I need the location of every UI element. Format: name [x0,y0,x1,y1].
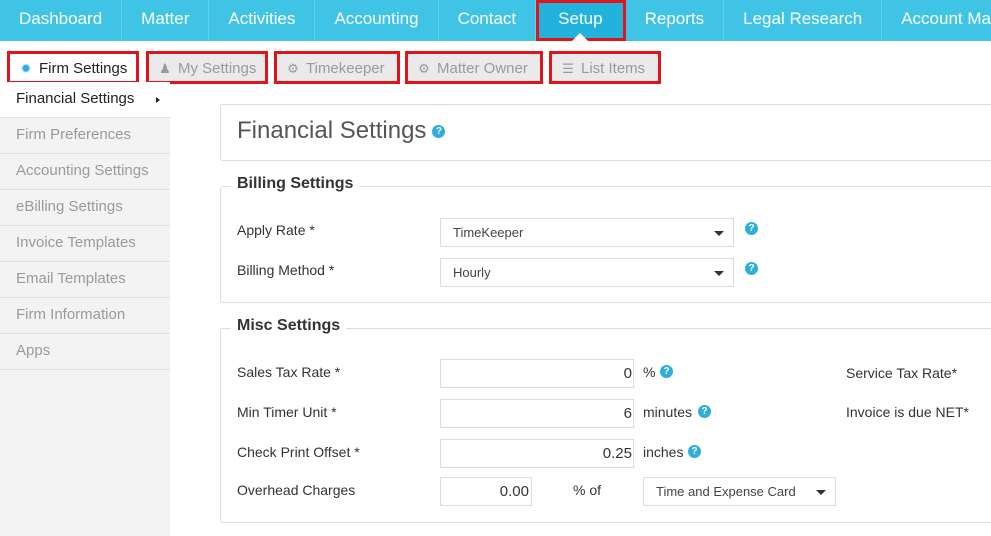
chevron-down-icon [714,271,724,276]
gear-icon: ⚙ [418,61,430,76]
sales-tax-unit: % [643,364,656,380]
billing-method-value: Hourly [453,265,491,280]
subtab-list-items-label: List Items [581,60,646,77]
tab-contact[interactable]: Contact [439,0,537,41]
subtab-list-items[interactable]: ☰ List Items [549,51,661,84]
invoice-due-label: Invoice is due NET* [846,404,969,420]
min-timer-unit: minutes [643,404,693,420]
min-timer-label: Min Timer Unit * [237,404,337,420]
overhead-unit: % of [573,482,602,498]
billing-method-label: Billing Method * [237,262,335,278]
sidebar-item-financial-settings[interactable]: Financial Settings [0,82,170,118]
chevron-right-icon [156,97,160,103]
subtab-my-settings[interactable]: ♟ My Settings [146,51,268,84]
tab-legal-research[interactable]: Legal Research [724,0,883,41]
tab-accounting[interactable]: Accounting [315,0,439,41]
min-timer-input[interactable]: 6 [440,399,634,428]
help-icon[interactable]: ? [432,125,446,139]
billing-method-select[interactable]: Hourly [440,258,734,287]
tab-setup-label: Setup [558,9,603,28]
check-offset-help-icon[interactable]: ? [688,445,701,458]
tab-reports[interactable]: Reports [626,0,725,41]
sidebar-item-firm-preferences[interactable]: Firm Preferences [0,118,170,154]
subtab-matter-owner[interactable]: ⚙ Matter Owner [405,51,543,84]
billing-method-help-icon[interactable]: ? [745,262,758,275]
overhead-basis-value: Time and Expense Card [656,484,796,499]
sidebar: Financial Settings Firm Preferences Acco… [0,82,170,536]
gear-badge-icon: ✹ [20,61,32,76]
sidebar-item-accounting-settings[interactable]: Accounting Settings [0,154,170,190]
overhead-basis-select[interactable]: Time and Expense Card [643,477,836,506]
sales-tax-label: Sales Tax Rate * [237,364,341,380]
subtab-matter-owner-label: Matter Owner [437,60,528,77]
subtab-my-settings-label: My Settings [178,60,257,77]
min-timer-help-icon[interactable]: ? [698,405,711,418]
subtab-firm-settings[interactable]: ✹ Firm Settings [7,51,139,84]
subtab-timekeeper[interactable]: ⚙ Timekeeper [274,51,400,84]
sidebar-item-firm-information[interactable]: Firm Information [0,298,170,334]
overhead-input[interactable]: 0.00 [440,477,532,506]
subtab-firm-settings-label: Firm Settings [39,60,128,77]
tab-activities[interactable]: Activities [209,0,316,41]
billing-settings-legend: Billing Settings [231,175,360,193]
check-offset-label: Check Print Offset * [237,444,360,460]
sales-tax-help-icon[interactable]: ? [660,365,673,378]
apply-rate-select[interactable]: TimeKeeper [440,218,734,247]
subtab-timekeeper-label: Timekeeper [306,60,385,77]
apply-rate-value: TimeKeeper [453,225,524,240]
sidebar-item-invoice-templates[interactable]: Invoice Templates [0,226,170,262]
person-icon: ♟ [159,61,171,76]
apply-rate-label: Apply Rate * [237,222,315,238]
sales-tax-input[interactable]: 0 [440,359,634,388]
page-title-text: Financial Settings [237,117,427,144]
page-header: Financial Settings? [220,104,991,161]
active-tab-caret-icon [572,33,589,41]
tab-dashboard[interactable]: Dashboard [0,0,123,41]
sidebar-item-label: Financial Settings [16,90,135,107]
page-title: Financial Settings? [237,117,446,145]
chevron-down-icon [816,490,826,495]
check-offset-input[interactable]: 0.25 [440,439,634,468]
list-icon: ☰ [562,61,574,76]
gears-icon: ⚙ [287,61,299,76]
tab-setup[interactable]: Setup [536,0,626,41]
apply-rate-help-icon[interactable]: ? [745,222,758,235]
sidebar-item-ebilling-settings[interactable]: eBilling Settings [0,190,170,226]
check-offset-unit: inches [643,444,684,460]
tab-matter[interactable]: Matter [122,0,210,41]
tab-account-manage[interactable]: Account Manage [882,0,991,41]
top-nav: Dashboard Matter Activities Accounting C… [0,0,991,41]
misc-settings-legend: Misc Settings [231,317,347,335]
overhead-label: Overhead Charges [237,482,356,498]
sidebar-item-apps[interactable]: Apps [0,334,170,370]
chevron-down-icon [714,231,724,236]
service-tax-label: Service Tax Rate* [846,365,958,381]
sidebar-item-email-templates[interactable]: Email Templates [0,262,170,298]
